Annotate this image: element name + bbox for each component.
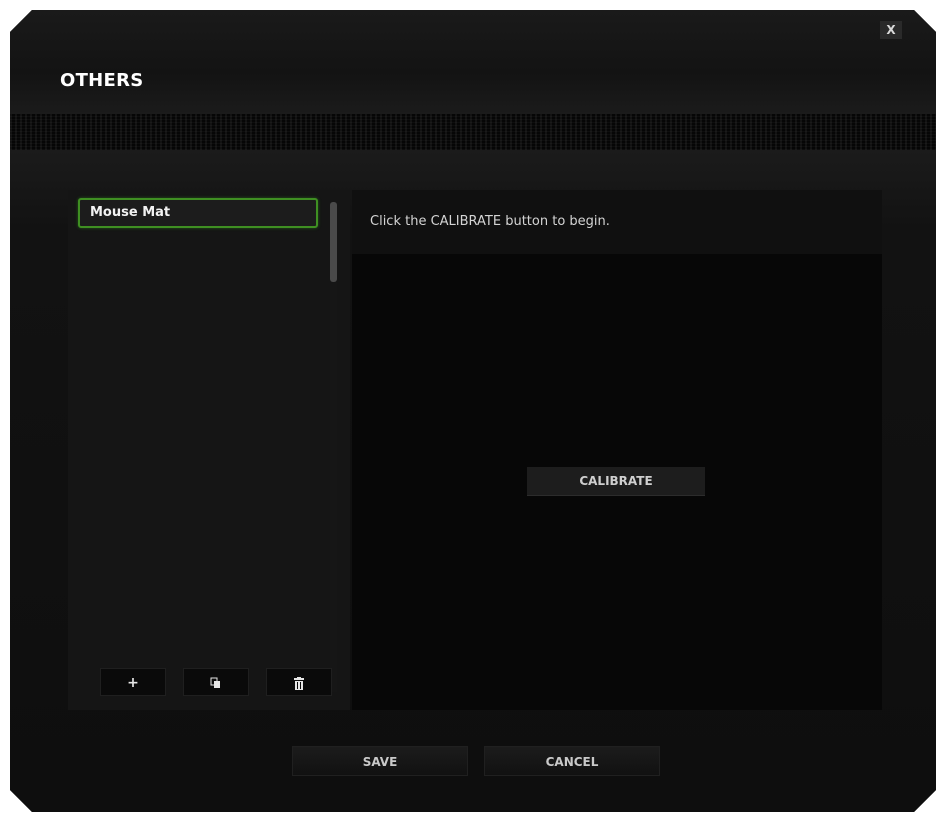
dialog-window: OTHERS X Mouse Mat + Click the CALIBRATE…: [10, 10, 936, 812]
profile-list-panel: Mouse Mat +: [68, 190, 350, 710]
dialog-header: OTHERS X: [10, 10, 936, 114]
list-scrollbar[interactable]: [330, 202, 337, 692]
calibration-panel: Click the CALIBRATE button to begin. CAL…: [352, 190, 882, 710]
copy-icon: [210, 675, 222, 691]
close-button[interactable]: X: [880, 21, 902, 39]
header-texture-band: [10, 114, 936, 150]
list-item-label: Mouse Mat: [90, 205, 171, 220]
calibration-area: CALIBRATE: [352, 254, 882, 710]
cancel-button[interactable]: CANCEL: [484, 746, 660, 776]
delete-profile-button[interactable]: [266, 668, 332, 696]
trash-icon: [294, 675, 304, 691]
calibrate-button[interactable]: CALIBRATE: [527, 467, 705, 496]
add-profile-button[interactable]: +: [100, 668, 166, 696]
page-title: OTHERS: [60, 70, 144, 91]
calibration-instruction: Click the CALIBRATE button to begin.: [370, 214, 610, 229]
copy-profile-button[interactable]: [183, 668, 249, 696]
list-scrollbar-thumb[interactable]: [330, 202, 337, 282]
list-item-mouse-mat[interactable]: Mouse Mat: [78, 198, 318, 228]
plus-icon: +: [127, 675, 139, 691]
save-button[interactable]: SAVE: [292, 746, 468, 776]
